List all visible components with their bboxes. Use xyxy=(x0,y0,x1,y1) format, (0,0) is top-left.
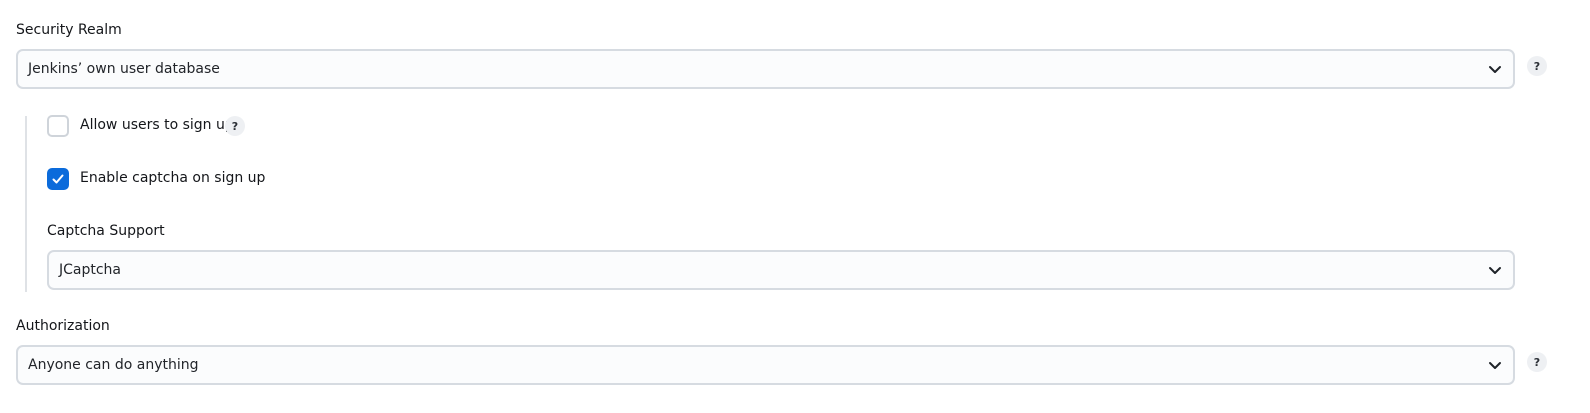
security-realm-help-icon[interactable]: ? xyxy=(1527,56,1547,76)
captcha-support-selected-value: JCaptcha xyxy=(59,262,122,278)
authorization-selected-value: Anyone can do anything xyxy=(28,357,199,373)
captcha-support-label: Captcha Support xyxy=(47,223,165,239)
allow-signup-checkbox[interactable] xyxy=(47,115,69,137)
authorization-select[interactable]: Anyone can do anything xyxy=(16,345,1515,385)
security-realm-label: Security Realm xyxy=(16,22,122,38)
chevron-down-icon xyxy=(1489,267,1501,274)
enable-captcha-checkbox[interactable] xyxy=(47,168,69,190)
security-realm-selected-value: Jenkins’ own user database xyxy=(28,61,220,77)
nested-options-divider xyxy=(25,116,27,292)
allow-signup-help-icon[interactable]: ? xyxy=(225,116,245,136)
chevron-down-icon xyxy=(1489,66,1501,73)
allow-signup-label[interactable]: Allow users to sign up xyxy=(80,117,234,133)
authorization-label: Authorization xyxy=(16,318,110,334)
authorization-help-icon[interactable]: ? xyxy=(1527,352,1547,372)
enable-captcha-label[interactable]: Enable captcha on sign up xyxy=(80,170,265,186)
captcha-support-select[interactable]: JCaptcha xyxy=(47,250,1515,290)
security-realm-select[interactable]: Jenkins’ own user database xyxy=(16,49,1515,89)
chevron-down-icon xyxy=(1489,362,1501,369)
check-icon xyxy=(52,174,64,184)
